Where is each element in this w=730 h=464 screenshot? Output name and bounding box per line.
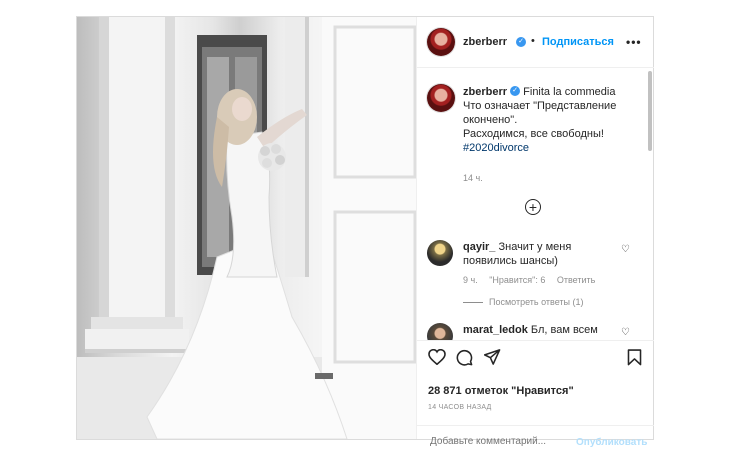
publish-button[interactable]: Опубликовать <box>576 437 647 448</box>
wedding-photo-illustration <box>77 17 416 439</box>
reply-button[interactable]: Ответить <box>557 275 595 285</box>
post-photo[interactable] <box>77 17 416 439</box>
comment-username[interactable]: qayir_ <box>463 241 495 253</box>
caption-line-1: Finita la commedia <box>523 86 616 98</box>
separator-dot: • <box>531 35 535 47</box>
post-caption: zberberr ✓ Finita la commedia Что означа… <box>463 85 641 155</box>
comment-icon[interactable] <box>456 349 473 366</box>
caption-line-2: Что означает "Представление окончено". <box>463 100 617 126</box>
heart-icon[interactable] <box>428 349 446 365</box>
bookmark-icon[interactable] <box>627 349 642 366</box>
scrollbar[interactable] <box>648 71 652 151</box>
comment-like-heart-icon[interactable]: ♡ <box>621 244 630 255</box>
add-comment-bar: Опубликовать <box>417 425 654 464</box>
author-avatar[interactable] <box>427 28 455 56</box>
post-header: zberberr ✓ • Подписаться ••• <box>417 17 654 68</box>
follow-button[interactable]: Подписаться <box>542 36 614 48</box>
commenter-avatar[interactable] <box>427 323 453 340</box>
instagram-post: zberberr ✓ • Подписаться ••• zberberr ✓ … <box>76 16 654 448</box>
posted-time[interactable]: 14 ЧАСОВ НАЗАД <box>428 404 492 411</box>
view-replies-button[interactable]: Посмотреть ответы (1) <box>463 297 584 307</box>
comments-scroll-area[interactable]: zberberr ✓ Finita la commedia Что означа… <box>417 68 654 340</box>
verified-icon: ✓ <box>510 86 521 97</box>
caption-author-avatar[interactable] <box>427 84 455 112</box>
add-circle-icon[interactable]: + <box>525 199 541 215</box>
comment-text: qayir_ Значит у меня появились шансы) <box>463 240 613 268</box>
comment-like-heart-icon[interactable]: ♡ <box>621 327 630 338</box>
comment-username[interactable]: marat_ledok <box>463 324 528 336</box>
caption-line-3: Расходимся, все свободны! <box>463 128 604 140</box>
likes-count[interactable]: 28 871 отметок "Нравится" <box>428 385 574 397</box>
post-side-panel: zberberr ✓ • Подписаться ••• zberberr ✓ … <box>416 17 654 448</box>
comment-likes[interactable]: "Нравится": 6 <box>489 275 545 285</box>
replies-divider <box>463 302 483 304</box>
caption-time[interactable]: 14 ч. <box>463 173 483 183</box>
caption-hashtag[interactable]: #2020divorce <box>463 142 529 154</box>
comment-meta: 9 ч. "Нравится": 6 Ответить <box>463 275 604 285</box>
author-username[interactable]: zberberr <box>463 36 507 48</box>
view-replies-label: Посмотреть ответы (1) <box>489 297 584 307</box>
more-options-icon[interactable]: ••• <box>626 35 642 49</box>
comment-text: marat_ledok Бл, вам всем не похрен на ли… <box>463 323 613 340</box>
comment-time[interactable]: 9 ч. <box>463 275 478 285</box>
verified-icon: ✓ <box>516 37 526 47</box>
comment-input[interactable] <box>428 435 582 448</box>
share-icon[interactable] <box>484 349 501 365</box>
post-actions: 28 871 отметок "Нравится" 14 ЧАСОВ НАЗАД… <box>417 340 654 448</box>
commenter-avatar[interactable] <box>427 240 453 266</box>
caption-username[interactable]: zberberr <box>463 86 507 98</box>
